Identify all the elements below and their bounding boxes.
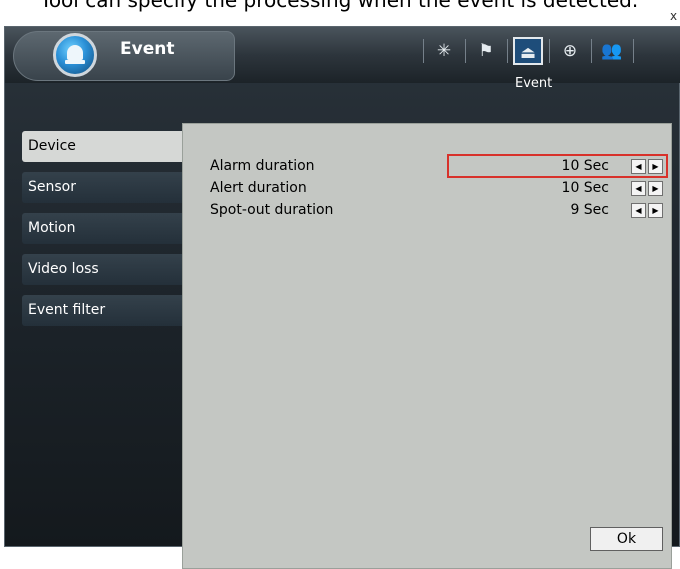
toolbar-separator (465, 39, 466, 63)
toolbar-separator (633, 39, 634, 63)
sidebar-item-video-loss[interactable]: Video loss (22, 254, 182, 285)
users-icon[interactable]: 👥 (597, 37, 627, 65)
caption-text: Tool can specify the processing when the… (40, 0, 639, 12)
setting-label: Alert duration (210, 180, 307, 196)
settings-panel: Alarm duration 10 Sec ◀ ▶ Alert duration… (182, 123, 672, 569)
alarm-bell-icon[interactable]: ⏏ (513, 37, 543, 65)
increment-arrow-icon[interactable]: ▶ (648, 159, 663, 174)
toolbar-separator (423, 39, 424, 63)
setting-value: 10 Sec (561, 180, 609, 196)
globe-icon[interactable]: ⊕ (555, 37, 585, 65)
setting-label: Spot-out duration (210, 202, 334, 218)
decrement-arrow-icon[interactable]: ◀ (631, 181, 646, 196)
section-title: Event (515, 76, 553, 91)
event-window: Event ✳ ⚑ ⏏ ⊕ 👥 Event Device Sensor Moti… (4, 26, 680, 569)
spinner-icon[interactable]: ✳ (429, 37, 459, 65)
setting-label: Alarm duration (210, 158, 315, 174)
toolbar-separator (507, 39, 508, 63)
sidebar-item-sensor[interactable]: Sensor (22, 172, 182, 203)
toolbar-separator (549, 39, 550, 63)
decrement-arrow-icon[interactable]: ◀ (631, 203, 646, 218)
flag-icon[interactable]: ⚑ (471, 37, 501, 65)
header: Event ✳ ⚑ ⏏ ⊕ 👥 Event (5, 27, 680, 91)
increment-arrow-icon[interactable]: ▶ (648, 181, 663, 196)
close-icon[interactable]: x (670, 9, 677, 23)
increment-arrow-icon[interactable]: ▶ (648, 203, 663, 218)
setting-row-spot-out-duration: Spot-out duration 9 Sec ◀ ▶ (183, 202, 673, 222)
setting-row-alert-duration: Alert duration 10 Sec ◀ ▶ (183, 180, 673, 200)
bell-shape (67, 45, 83, 60)
setting-value: 9 Sec (570, 202, 609, 218)
sidebar-item-device[interactable]: Device (22, 131, 182, 162)
setting-value: 10 Sec (561, 158, 609, 174)
toolbar-separator (591, 39, 592, 63)
window-title: Event (120, 39, 175, 59)
top-strip: Tool can specify the processing when the… (0, 0, 680, 24)
bell-base (65, 60, 85, 64)
setting-row-alarm-duration: Alarm duration 10 Sec ◀ ▶ (183, 158, 673, 178)
alarm-bell-logo-icon (53, 33, 97, 77)
ok-button[interactable]: Ok (590, 527, 663, 551)
sidebar-item-event-filter[interactable]: Event filter (22, 295, 182, 326)
decrement-arrow-icon[interactable]: ◀ (631, 159, 646, 174)
sidebar-item-motion[interactable]: Motion (22, 213, 182, 244)
